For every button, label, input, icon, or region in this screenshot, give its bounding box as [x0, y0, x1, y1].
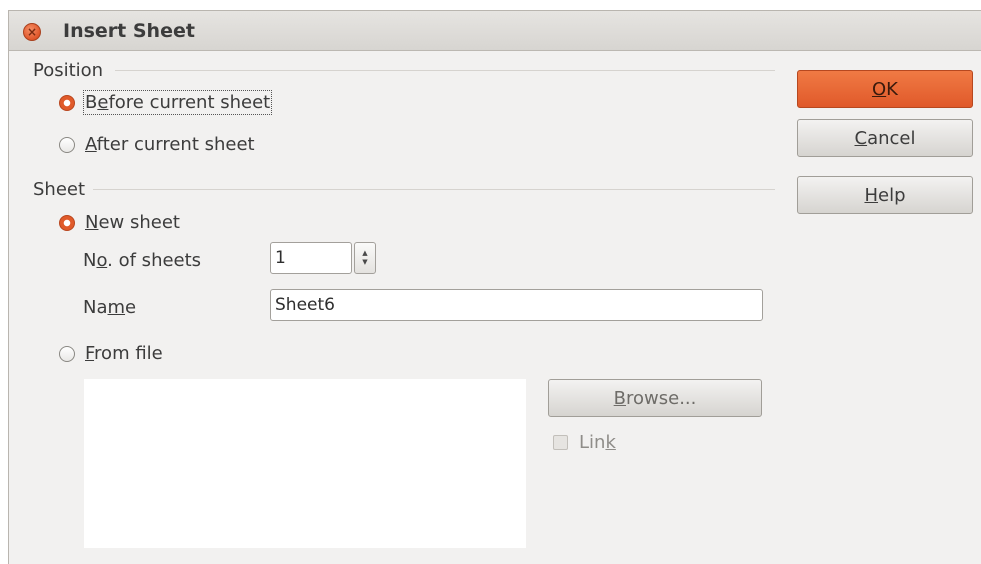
sheet-section-label: Sheet	[33, 179, 86, 200]
insert-sheet-dialog: × Insert Sheet Position Before current s…	[8, 10, 981, 564]
after-current-sheet-label: After current sheet	[85, 134, 255, 155]
number-of-sheets-input[interactable]	[270, 242, 352, 274]
before-current-sheet-radio[interactable]	[59, 94, 75, 111]
new-sheet-label: New sheet	[85, 212, 180, 233]
name-label: Name	[83, 297, 137, 318]
number-of-sheets-label: No. of sheets	[83, 250, 202, 271]
new-sheet-radio[interactable]	[59, 214, 75, 231]
link-checkbox[interactable]	[553, 435, 568, 450]
before-current-sheet-option[interactable]: Before current sheet	[59, 90, 273, 115]
from-file-radio[interactable]	[59, 345, 75, 362]
number-of-sheets-stepper[interactable]: ▲ ▼	[354, 242, 376, 274]
file-sheets-list[interactable]	[84, 379, 526, 548]
arrow-up-icon[interactable]: ▲	[362, 249, 367, 258]
browse-button[interactable]: Browse...	[548, 379, 762, 417]
title-bar: × Insert Sheet	[9, 11, 981, 51]
after-current-sheet-option[interactable]: After current sheet	[59, 134, 255, 155]
after-current-sheet-radio[interactable]	[59, 136, 75, 153]
arrow-down-icon[interactable]: ▼	[362, 258, 367, 267]
dialog-title: Insert Sheet	[63, 20, 195, 42]
sheet-name-input[interactable]	[270, 289, 763, 321]
before-current-sheet-label: Before current sheet	[82, 90, 273, 115]
from-file-option[interactable]: From file	[59, 343, 163, 364]
ok-button[interactable]: OK	[797, 70, 973, 108]
close-icon[interactable]: ×	[23, 23, 41, 41]
cancel-button[interactable]: Cancel	[797, 119, 973, 157]
help-button[interactable]: Help	[797, 176, 973, 214]
from-file-label: From file	[85, 343, 163, 364]
sheet-divider	[93, 189, 775, 190]
position-divider	[115, 70, 775, 71]
link-label: Link	[579, 432, 616, 453]
new-sheet-option[interactable]: New sheet	[59, 212, 180, 233]
position-section-label: Position	[33, 60, 104, 81]
link-option[interactable]: Link	[553, 432, 616, 453]
